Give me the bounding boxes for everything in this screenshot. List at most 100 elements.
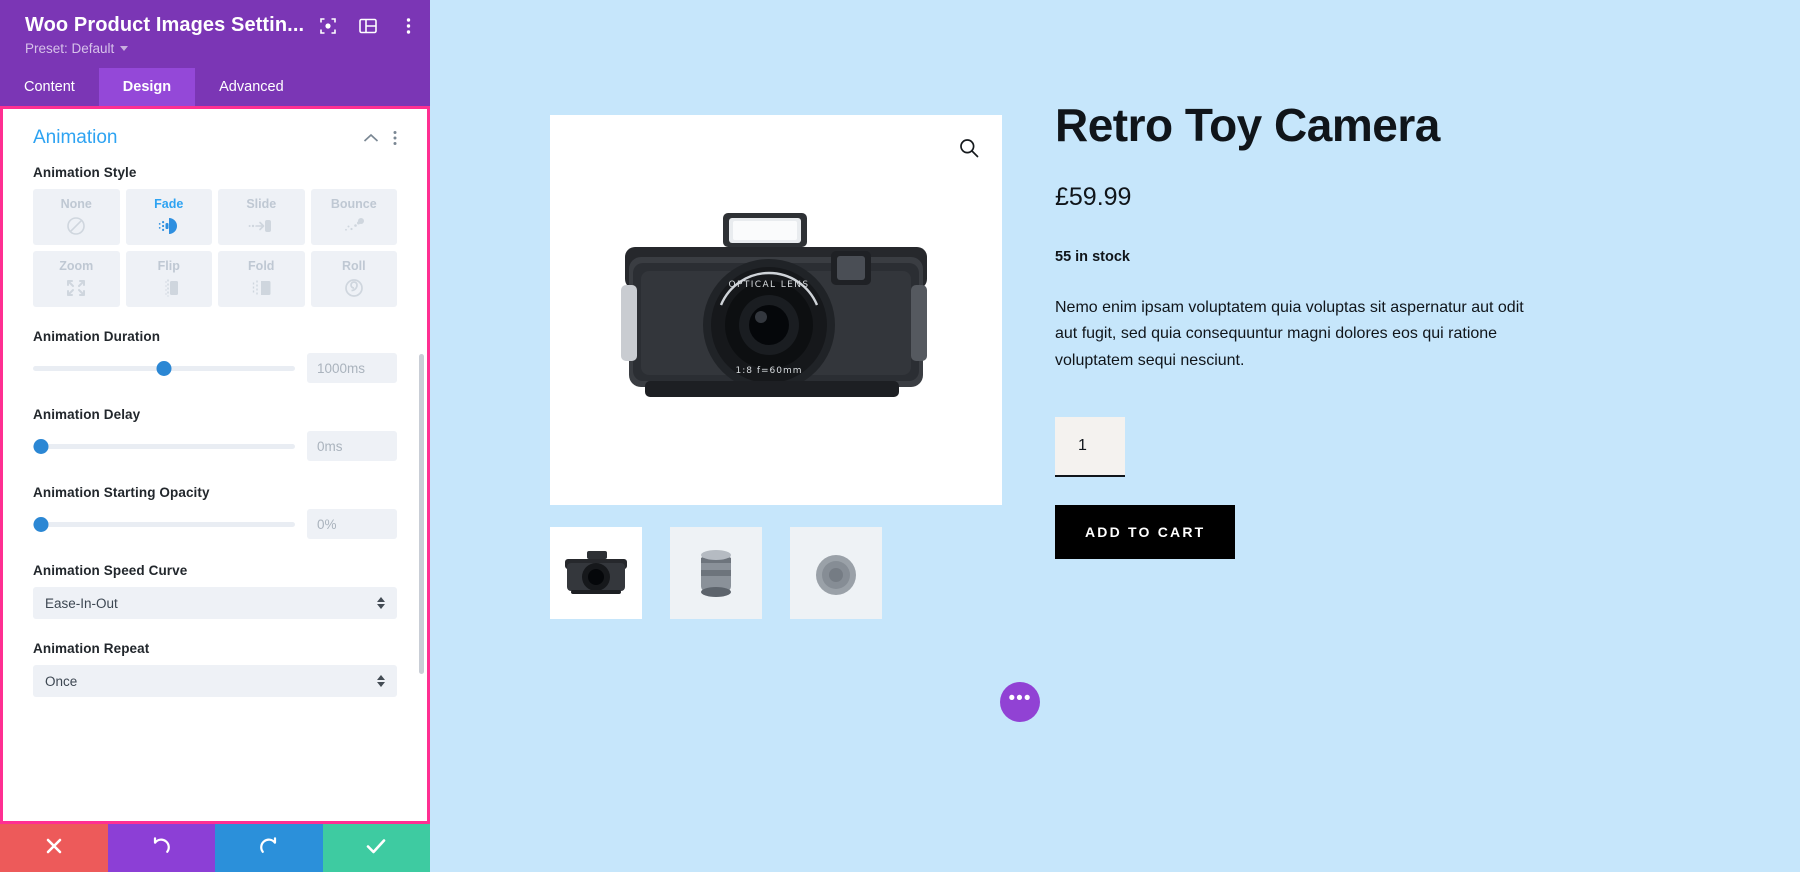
- animation-section-header: Animation: [33, 127, 397, 149]
- svg-text:OPTICAL LENS: OPTICAL LENS: [729, 280, 810, 290]
- main-product-image[interactable]: OPTICAL LENS 1:8 f=60mm: [550, 115, 1002, 505]
- animation-style-none-label: None: [60, 197, 92, 211]
- undo-button[interactable]: [107, 824, 215, 872]
- check-icon: [365, 836, 387, 861]
- animation-style-zoom[interactable]: Zoom: [33, 251, 120, 307]
- animation-style-roll[interactable]: Roll: [310, 251, 397, 307]
- more-vertical-icon[interactable]: [398, 16, 418, 36]
- panel-title: Woo Product Images Settin...: [25, 14, 305, 36]
- animation-duration-label: Animation Duration: [33, 329, 161, 344]
- animation-repeat-label: Animation Repeat: [33, 641, 150, 656]
- thumbnail-1[interactable]: [550, 527, 642, 619]
- slider-knob[interactable]: [156, 360, 172, 376]
- animation-style-none[interactable]: None: [33, 189, 120, 245]
- animation-delay-value[interactable]: 0ms: [307, 431, 397, 461]
- quantity-value: 1: [1078, 437, 1087, 455]
- animation-delay-slider[interactable]: [33, 437, 295, 455]
- animation-style-fold-label: Fold: [248, 259, 275, 273]
- spinner-icon: [377, 597, 385, 609]
- product-thumbnails: [550, 527, 1002, 619]
- product-page-preview: OPTICAL LENS 1:8 f=60mm Retro Toy Camera…: [430, 0, 1800, 872]
- more-vertical-icon[interactable]: [393, 130, 397, 146]
- product-title: Retro Toy Camera: [1055, 99, 1440, 151]
- animation-speed-curve-value: Ease-In-Out: [45, 595, 118, 611]
- close-icon: [44, 836, 64, 861]
- tab-design[interactable]: Design: [98, 68, 196, 106]
- animation-style-fade-label: Fade: [154, 197, 184, 211]
- animation-delay-row: 0ms: [33, 431, 397, 461]
- animation-delay-label: Animation Delay: [33, 407, 141, 422]
- animation-style-zoom-label: Zoom: [59, 259, 94, 273]
- chevron-down-icon: [120, 46, 129, 51]
- no-entry-icon: [66, 215, 86, 237]
- animation-style-bounce[interactable]: Bounce: [310, 189, 397, 245]
- animation-starting-opacity-row: 0%: [33, 509, 397, 539]
- spinner-icon: [377, 675, 385, 687]
- product-details: Retro Toy Camera £59.99 55 in stock Nemo…: [1055, 99, 1535, 560]
- animation-duration-row: 1000ms: [33, 353, 397, 383]
- animation-style-grid: None Fade Slide Bounce Zoom Flip Fold Ro…: [33, 189, 397, 307]
- thumbnail-2[interactable]: [670, 527, 762, 619]
- slide-icon: [248, 215, 274, 237]
- product-stock: 55 in stock: [1055, 248, 1130, 265]
- preset-selector[interactable]: Preset: Default: [25, 41, 408, 56]
- cancel-button[interactable]: [0, 824, 108, 872]
- redo-icon: [258, 835, 280, 862]
- animation-style-bounce-label: Bounce: [330, 197, 377, 211]
- animation-style-fade[interactable]: Fade: [125, 189, 212, 245]
- panel-footer: [0, 824, 430, 872]
- panel-body-outline: Animation Animation Style None Fade Slid…: [0, 106, 430, 824]
- quantity-input[interactable]: 1: [1055, 417, 1125, 478]
- animation-duration-value[interactable]: 1000ms: [307, 353, 397, 383]
- tab-content[interactable]: Content: [0, 68, 99, 106]
- panel-header-icons: [318, 16, 418, 36]
- save-button[interactable]: [322, 824, 430, 872]
- panel-tabs: Content Design Advanced: [0, 68, 430, 106]
- animation-duration-slider[interactable]: [33, 359, 295, 377]
- redo-button[interactable]: [215, 824, 323, 872]
- svg-text:1:8 f=60mm: 1:8 f=60mm: [735, 366, 802, 376]
- animation-style-label: Animation Style: [33, 165, 137, 180]
- animation-repeat-select[interactable]: Once: [33, 665, 397, 697]
- product-price: £59.99: [1055, 182, 1132, 211]
- animation-repeat-value: Once: [45, 673, 78, 689]
- bounce-icon: [342, 215, 366, 237]
- floating-action-button[interactable]: •••: [1000, 682, 1040, 722]
- animation-style-fold[interactable]: Fold: [218, 251, 305, 307]
- product-gallery: OPTICAL LENS 1:8 f=60mm: [550, 115, 1002, 619]
- thumbnail-3[interactable]: [790, 527, 882, 619]
- roll-spiral-icon: [343, 277, 365, 299]
- animation-speed-curve-label: Animation Speed Curve: [33, 563, 188, 578]
- animation-speed-curve-select[interactable]: Ease-In-Out: [33, 587, 397, 619]
- section-title: Animation: [33, 127, 118, 148]
- animation-style-flip[interactable]: Flip: [125, 251, 212, 307]
- camera-illustration: OPTICAL LENS 1:8 f=60mm: [621, 213, 927, 397]
- zoom-arrows-icon: [65, 277, 87, 299]
- slider-knob[interactable]: [33, 438, 49, 454]
- tab-advanced[interactable]: Advanced: [195, 68, 308, 106]
- settings-panel: Woo Product Images Settin... Preset: Def…: [0, 0, 430, 872]
- screen: Woo Product Images Settin... Preset: Def…: [0, 0, 1800, 872]
- flip-icon: [158, 277, 180, 299]
- animation-style-flip-label: Flip: [157, 259, 180, 273]
- add-to-cart-button[interactable]: ADD TO CART: [1055, 505, 1236, 560]
- animation-starting-opacity-label: Animation Starting Opacity: [33, 485, 210, 500]
- animation-starting-opacity-slider[interactable]: [33, 515, 295, 533]
- undo-icon: [150, 835, 172, 862]
- preset-label: Preset: Default: [25, 41, 115, 56]
- animation-style-roll-label: Roll: [341, 259, 366, 273]
- animation-style-slide[interactable]: Slide: [218, 189, 305, 245]
- slider-knob[interactable]: [33, 516, 49, 532]
- magnifier-icon[interactable]: [958, 137, 980, 164]
- animation-style-slide-label: Slide: [246, 197, 277, 211]
- target-icon[interactable]: [318, 16, 338, 36]
- fade-icon: [157, 215, 181, 237]
- animation-starting-opacity-value[interactable]: 0%: [307, 509, 397, 539]
- layout-icon[interactable]: [358, 16, 378, 36]
- chevron-up-icon[interactable]: [363, 133, 379, 143]
- fold-icon: [250, 277, 272, 299]
- product-description: Nemo enim ipsam voluptatem quia voluptas…: [1055, 298, 1524, 370]
- panel-header: Woo Product Images Settin... Preset: Def…: [0, 0, 430, 68]
- panel-scrollbar[interactable]: [419, 354, 424, 674]
- panel-body: Animation Animation Style None Fade Slid…: [3, 109, 427, 821]
